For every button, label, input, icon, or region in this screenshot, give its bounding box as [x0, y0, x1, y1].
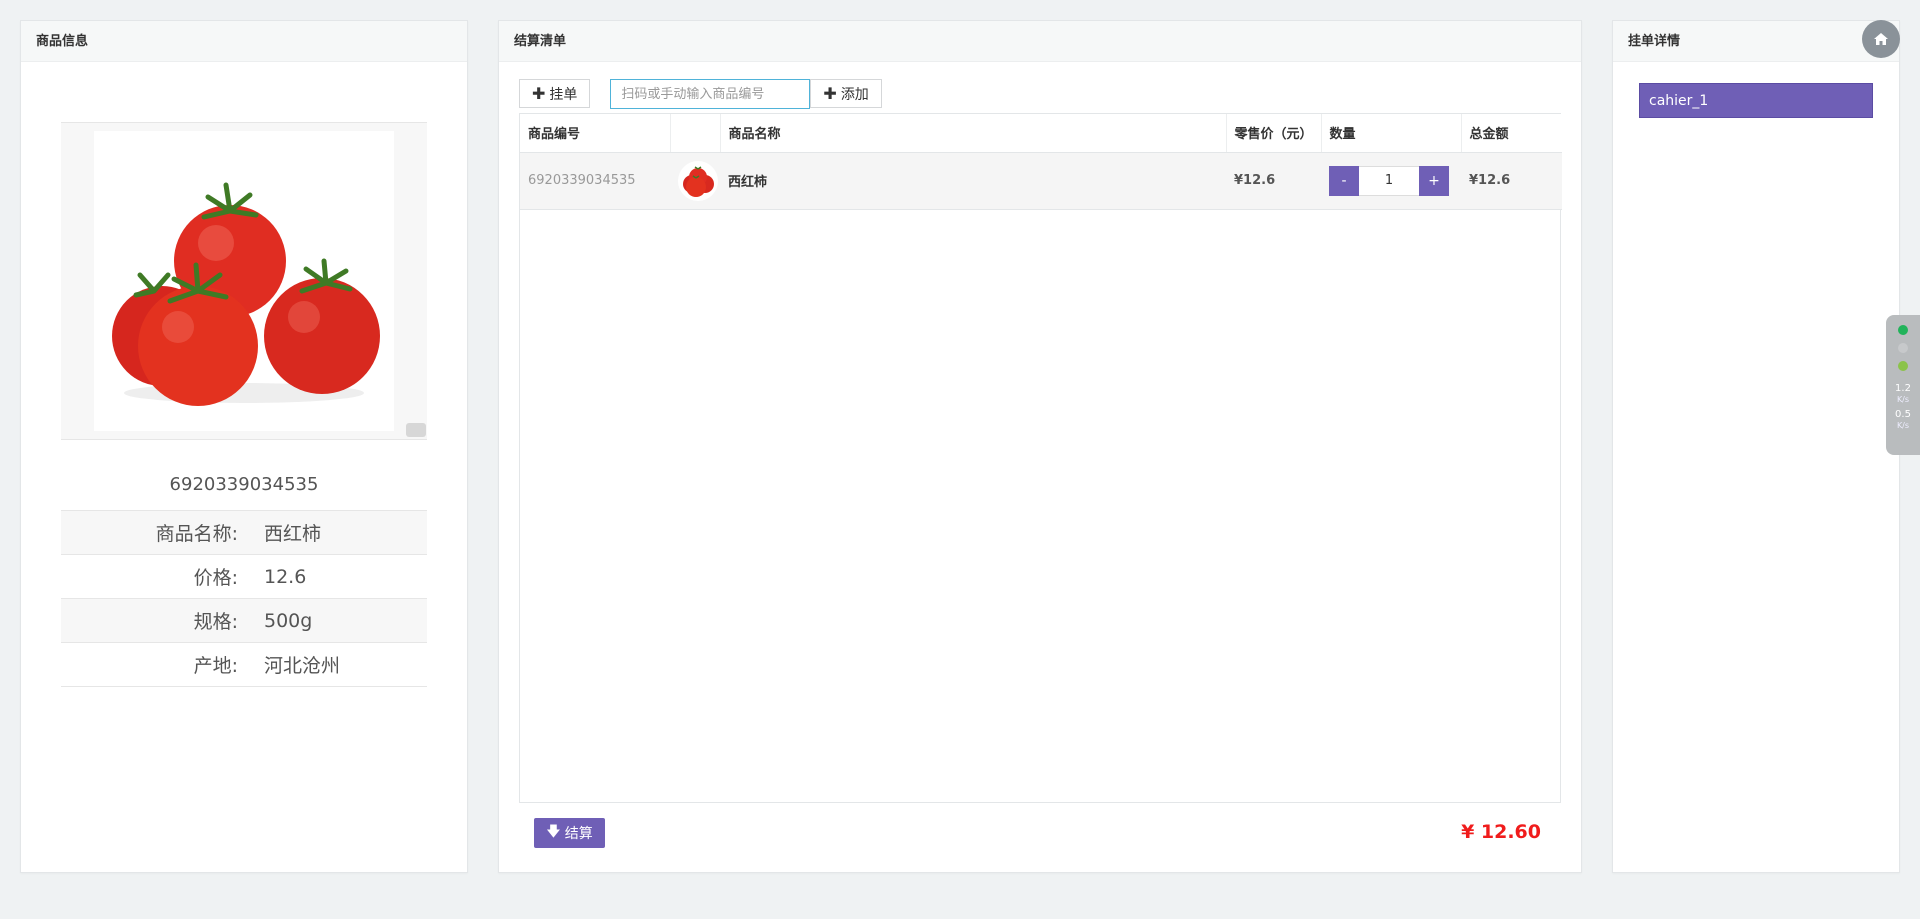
hold-order-label: 挂单: [549, 86, 578, 103]
tomato-image: [112, 182, 380, 406]
product-thumbnail: [678, 160, 718, 201]
held-orders-panel: 挂单详情 cahier_1: [1612, 20, 1900, 873]
add-product-button[interactable]: ✚ 添加: [810, 79, 882, 108]
arrow-down-icon: 🡇: [546, 824, 561, 840]
column-header-image: [670, 114, 721, 153]
held-order-item[interactable]: cahier_1: [1639, 83, 1873, 118]
detail-row-spec: 规格: 500g: [61, 599, 427, 643]
watermark-icon: [406, 423, 426, 437]
grand-total: ¥ 12.60: [1461, 821, 1541, 843]
home-button[interactable]: [1862, 20, 1900, 58]
hold-order-button[interactable]: ✚ 挂单: [519, 79, 591, 108]
upload-speed-value: 1.2: [1895, 383, 1911, 394]
decrease-quantity-button[interactable]: -: [1329, 165, 1359, 196]
download-speed-value: 0.5: [1895, 409, 1911, 420]
detail-row-price: 价格: 12.6: [61, 555, 427, 599]
column-header-total: 总金额: [1461, 114, 1562, 153]
home-icon: [1874, 33, 1888, 45]
upload-speed: 1.2 K/s: [1895, 383, 1911, 405]
product-image: [94, 131, 426, 437]
detail-value: 12.6: [264, 565, 307, 588]
network-monitor-widget[interactable]: 1.2 K/s 0.5 K/s: [1886, 315, 1920, 455]
product-info-title: 商品信息: [21, 21, 467, 62]
upload-speed-unit: K/s: [1896, 395, 1910, 404]
row-quantity-cell: - +: [1321, 152, 1461, 210]
checkout-list-title: 结算清单: [499, 21, 1581, 62]
detail-label: 产地:: [193, 655, 238, 677]
detail-label: 规格:: [193, 611, 238, 633]
download-speed-unit: K/s: [1896, 421, 1910, 430]
download-speed: 0.5 K/s: [1895, 409, 1911, 431]
checkout-list-panel: 结算清单 ✚ 挂单 ✚ 添加 商品编号 商品名称 零售价（元） 数量: [498, 20, 1582, 873]
tomato-thumbnail-icon: [683, 165, 714, 197]
product-image-frame: [61, 122, 427, 440]
row-price: ¥12.6: [1226, 152, 1321, 210]
status-dot-icon: [1898, 361, 1908, 371]
product-details: 商品名称: 西红柿 价格: 12.6 规格: 500g 产地: 河北沧州: [61, 510, 427, 687]
status-dot-icon: [1898, 343, 1908, 353]
plus-icon: ✚: [532, 84, 546, 103]
column-header-code: 商品编号: [520, 114, 671, 153]
detail-label: 商品名称:: [155, 523, 238, 545]
checkout-label: 结算: [564, 826, 593, 842]
plus-icon: ✚: [823, 84, 837, 103]
held-orders-title: 挂单详情: [1613, 21, 1899, 62]
detail-label: 价格:: [193, 567, 238, 589]
add-product-label: 添加: [840, 86, 869, 103]
checkout-toolbar: ✚ 挂单 ✚ 添加: [519, 79, 882, 109]
quantity-input[interactable]: [1359, 165, 1419, 196]
increase-quantity-button[interactable]: +: [1419, 165, 1449, 196]
row-code: 6920339034535: [520, 152, 670, 210]
checkout-table: 商品编号 商品名称 零售价（元） 数量 总金额 6920339034535 西红…: [519, 113, 1562, 803]
product-code-input[interactable]: [610, 79, 811, 109]
row-name: 西红柿: [720, 152, 1226, 210]
detail-row-name: 商品名称: 西红柿: [61, 511, 427, 555]
row-thumbnail-cell: [670, 152, 720, 210]
column-header-price: 零售价（元）: [1226, 114, 1322, 153]
checkout-button[interactable]: 🡇 结算: [534, 818, 605, 848]
row-total: ¥12.6: [1461, 152, 1562, 210]
detail-value: 河北沧州: [264, 655, 341, 677]
detail-value: 500g: [264, 609, 313, 632]
column-header-quantity: 数量: [1321, 114, 1462, 153]
quantity-stepper: - +: [1329, 165, 1461, 196]
table-header: 商品编号 商品名称 零售价（元） 数量 总金额: [520, 114, 1562, 153]
detail-row-origin: 产地: 河北沧州: [61, 643, 427, 687]
status-dot-icon: [1898, 325, 1908, 335]
detail-value: 西红柿: [264, 523, 322, 545]
product-code: 6920339034535: [169, 474, 319, 495]
table-row[interactable]: 6920339034535 西红柿 ¥12.6 - 1 + ¥12.6: [520, 152, 1562, 210]
column-header-name: 商品名称: [720, 114, 1227, 153]
product-info-panel: 商品信息 6920339034535 商品名称: 西红柿 价格: 12.6 规格…: [20, 20, 468, 873]
